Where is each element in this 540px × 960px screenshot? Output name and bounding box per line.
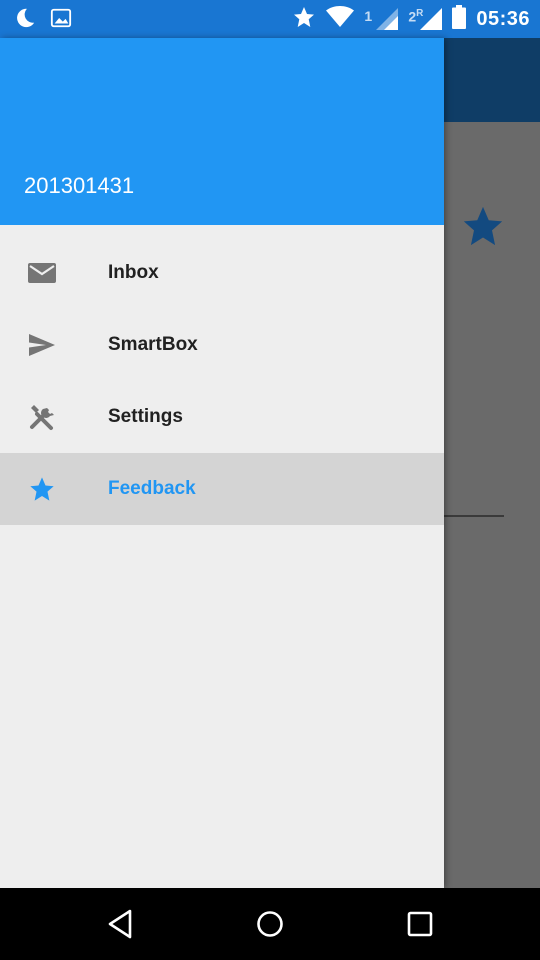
image-icon bbox=[50, 7, 72, 34]
star-icon bbox=[28, 475, 56, 503]
back-icon[interactable] bbox=[104, 908, 136, 940]
menu-item-label: Settings bbox=[108, 406, 183, 427]
navigation-drawer: 201301431 Inbox SmartBox Settings Feedba… bbox=[0, 38, 444, 888]
status-bar: 1 2R 05:36 bbox=[0, 0, 540, 38]
send-icon bbox=[28, 331, 56, 359]
battery-icon bbox=[452, 4, 467, 34]
navigation-bar bbox=[0, 888, 540, 960]
status-time: 05:36 bbox=[476, 7, 530, 30]
drawer-header: 201301431 bbox=[0, 38, 444, 225]
sim1-label: 1 bbox=[364, 8, 373, 24]
menu-item-inbox[interactable]: Inbox bbox=[0, 237, 444, 309]
star-icon bbox=[460, 203, 506, 254]
sim2-signal: 2R bbox=[408, 8, 443, 30]
sim1-signal: 1 bbox=[364, 8, 399, 30]
app-toolbar bbox=[444, 38, 540, 122]
home-icon[interactable] bbox=[254, 908, 286, 940]
user-name: 201301431 bbox=[24, 173, 135, 198]
menu-item-smartbox[interactable]: SmartBox bbox=[0, 309, 444, 381]
wifi-icon bbox=[326, 5, 355, 33]
moon-icon bbox=[14, 7, 36, 34]
divider bbox=[444, 515, 504, 517]
menu-item-label: Feedback bbox=[108, 478, 196, 499]
menu-item-label: SmartBox bbox=[108, 334, 198, 355]
recents-icon[interactable] bbox=[404, 908, 436, 940]
tools-icon bbox=[28, 403, 56, 431]
menu-item-feedback[interactable]: Feedback bbox=[0, 453, 444, 525]
menu-item-settings[interactable]: Settings bbox=[0, 381, 444, 453]
drawer-menu: Inbox SmartBox Settings Feedback bbox=[0, 237, 444, 525]
sim2-label: 2 bbox=[408, 8, 417, 25]
menu-item-label: Inbox bbox=[108, 262, 159, 283]
star-icon bbox=[292, 5, 316, 34]
mail-icon bbox=[28, 259, 56, 287]
